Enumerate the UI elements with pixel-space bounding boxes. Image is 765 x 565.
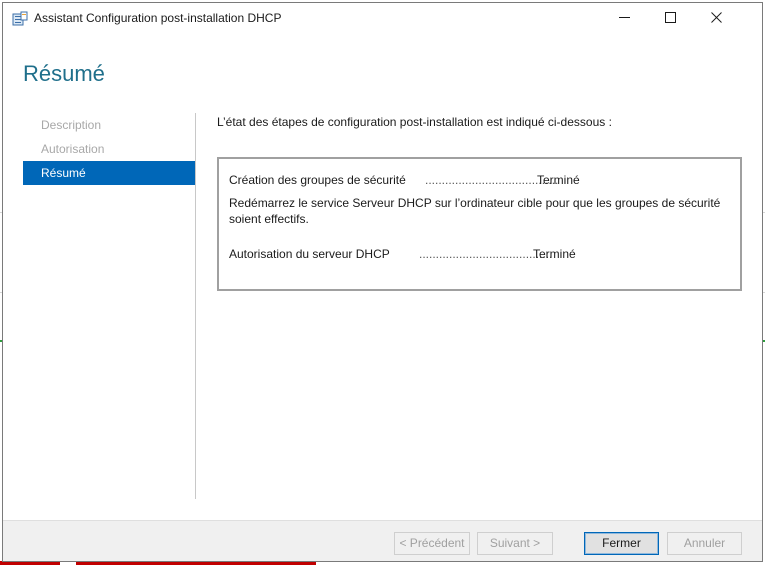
step-label: Création des groupes de sécurité (229, 173, 406, 187)
server-manager-app-icon (12, 11, 28, 27)
step-row-security-groups: Création des groupes de sécurité .......… (229, 173, 734, 189)
close-button[interactable]: Fermer (584, 532, 659, 555)
nav-item-autorisation: Autorisation (41, 142, 105, 156)
nav-divider (195, 113, 196, 499)
restart-note: Redémarrez le service Serveur DHCP sur l… (229, 196, 721, 226)
maximize-button[interactable] (647, 3, 693, 34)
close-icon (710, 11, 722, 26)
step-row-dhcp-authorization: Autorisation du serveur DHCP ...........… (229, 247, 734, 263)
minimize-button[interactable] (601, 3, 647, 34)
close-window-button[interactable] (693, 3, 739, 34)
nav-item-resume[interactable]: Résumé (23, 161, 195, 185)
step-status: Terminé (537, 173, 580, 187)
step-label: Autorisation du serveur DHCP (229, 247, 390, 261)
window-title: Assistant Configuration post-installatio… (34, 11, 282, 25)
title-bar[interactable]: Assistant Configuration post-installatio… (3, 3, 762, 34)
step-status: Terminé (533, 247, 576, 261)
next-button[interactable]: Suivant > (477, 532, 553, 555)
wizard-window: Assistant Configuration post-installatio… (2, 2, 763, 562)
maximize-icon (664, 11, 676, 26)
previous-button[interactable]: < Précédent (394, 532, 470, 555)
page-title: Résumé (23, 61, 105, 86)
minimize-icon (618, 12, 630, 26)
nav-item-description: Description (41, 118, 102, 132)
wizard-steps-nav: Description Autorisation Résumé (23, 113, 195, 185)
cancel-button[interactable]: Annuler (667, 532, 742, 555)
intro-text: L’état des étapes de configuration post-… (217, 115, 612, 129)
results-panel: Création des groupes de sécurité .......… (217, 157, 742, 291)
wizard-footer: < Précédent Suivant > Fermer Annuler (3, 520, 762, 561)
